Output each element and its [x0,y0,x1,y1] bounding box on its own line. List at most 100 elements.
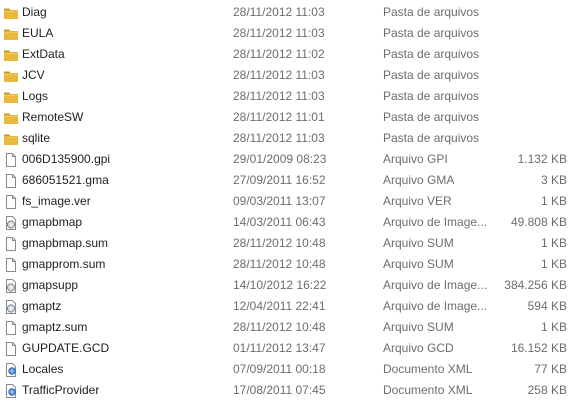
disc-image-icon [3,299,19,315]
file-row[interactable]: fs_image.ver 09/03/2011 13:07 Arquivo VER 1… [0,191,574,212]
file-date: 28/11/2012 11:02 [233,47,325,61]
file-icon [3,341,19,357]
file-name: TrafficProvider [22,383,100,397]
file-row[interactable]: gmapsupp 14/10/2012 16:22 Arquivo de Image… [0,275,574,296]
file-name: Logs [22,89,49,103]
file-row[interactable]: EULA 28/11/2012 11:03 Pasta de arquivos [0,23,574,44]
file-type: Arquivo de Image... [383,299,488,313]
file-row[interactable]: gmapbmap.sum 28/11/2012 10:48 Arquivo SUM 1… [0,233,574,254]
file-type: Pasta de arquivos [383,110,480,124]
folder-icon [3,26,19,42]
file-row[interactable]: Diag 28/11/2012 11:03 Pasta de arquivos [0,2,574,23]
file-type: Arquivo VER [383,194,452,208]
file-type: Arquivo de Image... [383,278,488,292]
file-date: 27/09/2011 16:52 [233,173,326,187]
file-row[interactable]: gmapbmap 14/03/2011 06:43 Arquivo de Image… [0,212,574,233]
file-icon [3,152,19,168]
file-date: 28/11/2012 11:03 [233,89,325,103]
file-row[interactable]: gmaptz 12/04/2011 22:41 Arquivo de Image..… [0,296,574,317]
file-row[interactable]: JCV 28/11/2012 11:03 Pasta de arquivos [0,65,574,86]
file-date: 28/11/2012 11:03 [233,26,325,40]
file-size: 1 KB [540,257,567,271]
file-row[interactable]: ExtData 28/11/2012 11:02 Pasta de arquivos [0,44,574,65]
file-size: 1.132 KB [517,152,567,166]
file-row[interactable]: gmaptz.sum 28/11/2012 10:48 Arquivo SUM 1 K… [0,317,574,338]
file-size: 49.808 KB [510,215,567,229]
file-name: gmapbmap [22,215,83,229]
file-date: 29/01/2009 08:23 [233,152,327,166]
file-name: JCV [22,68,45,82]
file-type: Documento XML [383,383,473,397]
file-name: gmapsupp [22,278,79,292]
xml-document-icon [3,362,19,378]
file-name: gmapprom.sum [22,257,106,271]
file-name: EULA [22,26,54,40]
file-icon [3,173,19,189]
xml-document-icon [3,383,19,399]
file-type: Arquivo SUM [383,257,454,271]
file-size: 258 KB [527,383,567,397]
file-row[interactable]: TrafficProvider 17/08/2011 07:45 Documento… [0,380,574,401]
file-row[interactable]: 006D135900.gpi 29/01/2009 08:23 Arquivo GP… [0,149,574,170]
file-date: 14/10/2012 16:22 [233,278,327,292]
file-date: 01/11/2012 13:47 [233,341,326,355]
file-type: Pasta de arquivos [383,26,480,40]
file-date: 28/11/2012 11:03 [233,68,325,82]
disc-image-icon [3,215,19,231]
file-name: GUPDATE.GCD [22,341,110,355]
folder-icon [3,68,19,84]
file-type: Documento XML [383,362,473,376]
file-size: 77 KB [534,362,567,376]
file-type: Arquivo SUM [383,236,454,250]
file-name: gmapbmap.sum [22,236,109,250]
file-type: Pasta de arquivos [383,68,480,82]
file-type: Pasta de arquivos [383,131,480,145]
file-size: 384.256 KB [504,278,567,292]
file-date: 28/11/2012 11:03 [233,131,325,145]
file-name: 006D135900.gpi [22,152,111,166]
file-date: 12/04/2011 22:41 [233,299,326,313]
file-type: Arquivo GCD [383,341,454,355]
file-type: Arquivo de Image... [383,215,488,229]
file-name: Diag [22,5,47,19]
file-date: 07/09/2011 00:18 [233,362,326,376]
folder-icon [3,5,19,21]
file-icon [3,236,19,252]
file-type: Pasta de arquivos [383,47,480,61]
file-icon [3,320,19,336]
file-date: 28/11/2012 11:03 [233,5,325,19]
file-row[interactable]: 686051521.gma 27/09/2011 16:52 Arquivo GMA… [0,170,574,191]
file-icon [3,257,19,273]
file-date: 14/03/2011 06:43 [233,215,326,229]
file-name: RemoteSW [22,110,84,124]
file-row[interactable]: Locales 07/09/2011 00:18 Documento XML 77 K… [0,359,574,380]
file-name: ExtData [22,47,65,61]
file-icon [3,194,19,210]
file-type: Arquivo GMA [383,173,455,187]
file-name: Locales [22,362,64,376]
folder-icon [3,110,19,126]
file-list: Diag 28/11/2012 11:03 Pasta de arquivos EU… [0,0,574,406]
file-name: 686051521.gma [22,173,109,187]
file-size: 1 KB [540,320,567,334]
file-type: Pasta de arquivos [383,89,480,103]
file-type: Arquivo SUM [383,320,454,334]
file-row[interactable]: RemoteSW 28/11/2012 11:01 Pasta de arquivo… [0,107,574,128]
file-row[interactable]: sqlite 28/11/2012 11:03 Pasta de arquivos [0,128,574,149]
folder-icon [3,131,19,147]
file-row[interactable]: GUPDATE.GCD 01/11/2012 13:47 Arquivo GCD 16… [0,338,574,359]
file-type: Arquivo GPI [383,152,448,166]
file-date: 28/11/2012 11:01 [233,110,325,124]
file-name: sqlite [22,131,51,145]
file-row[interactable]: gmapprom.sum 28/11/2012 10:48 Arquivo SUM 1… [0,254,574,275]
file-name: fs_image.ver [22,194,91,208]
file-date: 28/11/2012 10:48 [233,320,326,334]
file-size: 3 KB [540,173,567,187]
file-type: Pasta de arquivos [383,5,480,19]
file-row[interactable]: Logs 28/11/2012 11:03 Pasta de arquivos [0,86,574,107]
folder-icon [3,89,19,105]
file-date: 09/03/2011 13:07 [233,194,326,208]
folder-icon [3,47,19,63]
file-size: 1 KB [540,194,567,208]
file-size: 16.152 KB [510,341,567,355]
